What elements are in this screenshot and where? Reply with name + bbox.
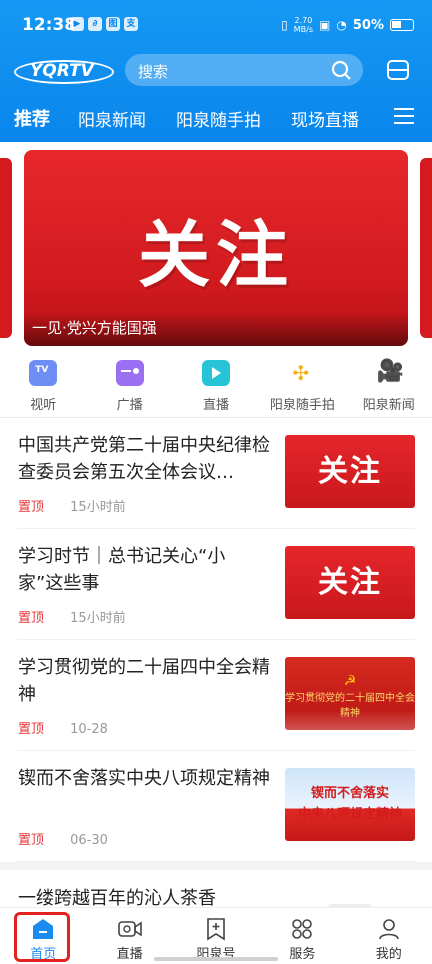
quick-link-live[interactable]: 直播 — [173, 360, 259, 418]
news-thumbnail: 锲而不舍落实 中央八项规定精神 — [285, 768, 415, 841]
radio-icon — [115, 360, 144, 386]
quick-link-radio[interactable]: 广播 — [86, 360, 172, 418]
nav-yangquan-account[interactable]: 阳泉号 — [173, 908, 259, 964]
news-item[interactable]: 中国共产党第二十届中央纪律检查委员会第五次全体会议… 置顶 15小时前 关注 — [17, 418, 415, 529]
sim-icon: ▣ — [319, 18, 331, 32]
tab-recommend[interactable]: 推荐 — [14, 105, 50, 131]
status-app-icon-4: 支 — [124, 17, 138, 31]
video-camera-icon — [201, 360, 230, 386]
banner-caption: 一见·党兴方能国强 — [32, 319, 157, 337]
news-time: 15小时前 — [70, 611, 126, 626]
nav-services[interactable]: 服务 — [259, 908, 345, 964]
tab-yangquan-snapshot[interactable]: 阳泉随手拍 — [176, 106, 261, 131]
search-placeholder: 搜索 — [138, 63, 169, 81]
banner-prev-peek — [0, 158, 12, 338]
news-thumbnail-line1: 锲而不舍落实 — [310, 786, 389, 801]
banner-headline: 关注 — [137, 213, 294, 297]
news-meta: 置顶 06-30 — [18, 829, 108, 848]
menu-icon[interactable] — [394, 108, 414, 126]
search-input[interactable]: 搜索 — [125, 54, 363, 86]
quick-link-label: 阳泉新闻 — [362, 398, 415, 413]
app-logo-text: YQRTV — [30, 61, 94, 81]
tv-icon: TV — [29, 360, 58, 386]
top-bar: 12:38 ▶ ∂ 图 支 ▯ 2.70 MB/s ▣ ◔ 50% YQRTV … — [0, 0, 432, 142]
news-title: 学习贯彻党的二十届四中全会精神 — [18, 657, 270, 705]
pinned-badge: 置顶 — [18, 500, 45, 515]
status-app-icons: ▶ ∂ 图 支 — [70, 17, 138, 31]
network-speed-value: 2.70 — [294, 16, 313, 25]
grid-icon — [292, 919, 313, 939]
battery-icon — [390, 19, 414, 31]
news-title: 锲而不舍落实中央八项规定精神 — [18, 768, 270, 789]
banner-slide[interactable]: 关注 一见·党兴方能国强 — [24, 150, 408, 346]
home-indicator — [154, 957, 278, 961]
status-app-icon-2: ∂ — [88, 17, 102, 31]
status-app-icon-3: 图 — [106, 17, 120, 31]
quick-links: TV 视听 广播 直播 ✣ 阳泉随手拍 🎥 阳泉新闻 — [0, 360, 432, 418]
nav-live[interactable]: 直播 — [86, 908, 172, 964]
status-time: 12:38 — [22, 15, 77, 35]
news-time: 10-28 — [70, 722, 108, 737]
party-emblem-icon: ☭ — [343, 673, 357, 689]
home-tab-highlight — [14, 912, 70, 962]
tab-live[interactable]: 现场直播 — [291, 106, 359, 131]
tab-yangquan-news[interactable]: 阳泉新闻 — [78, 106, 146, 131]
news-thumbnail: ☭ 学习贯彻党的二十届四中全会精神 — [285, 657, 415, 730]
news-list: 中国共产党第二十届中央纪律检查委员会第五次全体会议… 置顶 15小时前 关注 学… — [0, 418, 432, 862]
news-meta: 置顶 15小时前 — [18, 607, 126, 626]
search-icon[interactable] — [331, 60, 351, 80]
pinwheel-icon: ✣ — [292, 361, 310, 385]
pinned-badge: 置顶 — [18, 722, 45, 737]
banner-next-peek — [420, 158, 432, 338]
header: YQRTV 搜索 — [0, 52, 432, 92]
bookmark-add-icon — [207, 918, 225, 941]
quick-link-label: 广播 — [116, 398, 143, 413]
banner-caption-bar: 一见·党兴方能国强 — [24, 312, 408, 346]
pinned-badge: 置顶 — [18, 833, 45, 848]
scan-icon[interactable] — [386, 58, 410, 82]
news-item[interactable]: 锲而不舍落实中央八项规定精神 置顶 06-30 锲而不舍落实 中央八项规定精神 — [17, 751, 415, 862]
quick-link-label: 阳泉随手拍 — [269, 398, 335, 413]
quick-link-news[interactable]: 🎥 阳泉新闻 — [346, 360, 432, 418]
news-thumbnail: 关注 — [285, 435, 415, 508]
status-app-icon-1: ▶ — [70, 17, 84, 31]
network-speed-unit: MB/s — [293, 25, 314, 34]
banner-carousel[interactable]: 关注 一见·党兴方能国强 — [0, 150, 432, 346]
status-bar: 12:38 ▶ ∂ 图 支 ▯ 2.70 MB/s ▣ ◔ 50% — [0, 0, 432, 50]
quick-link-audiovisual[interactable]: TV 视听 — [0, 360, 86, 418]
section-gap — [0, 862, 432, 870]
quick-link-label: 直播 — [202, 398, 229, 413]
news-title: 中国共产党第二十届中央纪律检查委员会第五次全体会议… — [18, 435, 270, 483]
quick-link-label: 视听 — [30, 398, 57, 413]
news-item[interactable]: 学习贯彻党的二十届四中全会精神 置顶 10-28 ☭ 学习贯彻党的二十届四中全会… — [17, 640, 415, 751]
news-thumbnail: 关注 — [285, 546, 415, 619]
status-right: ▯ 2.70 MB/s ▣ ◔ 50% — [281, 16, 414, 34]
video-icon — [117, 921, 142, 937]
news-meta: 置顶 10-28 — [18, 718, 108, 737]
category-tabs: 推荐 阳泉新闻 阳泉随手拍 现场直播 — [0, 100, 432, 136]
news-thumbnail-line2: 中央八项规定精神 — [297, 807, 402, 822]
news-time: 06-30 — [70, 833, 108, 848]
pinned-badge: 置顶 — [18, 611, 45, 626]
battery-percent: 50% — [352, 17, 384, 33]
movie-camera-icon: 🎥 — [376, 359, 405, 384]
news-time: 15小时前 — [70, 500, 126, 515]
news-meta: 置顶 15小时前 — [18, 496, 126, 515]
quick-link-snapshot[interactable]: ✣ 阳泉随手拍 — [259, 360, 345, 418]
network-speed: 2.70 MB/s — [294, 16, 313, 34]
nav-label: 我的 — [375, 947, 402, 962]
news-item[interactable]: 学习时节｜总书记关心“小家”这些事 置顶 15小时前 关注 — [17, 529, 415, 640]
nav-me[interactable]: 我的 — [346, 908, 432, 964]
wifi-icon: ◔ — [336, 18, 347, 32]
user-icon — [378, 919, 399, 940]
news-title: 学习时节｜总书记关心“小家”这些事 — [18, 546, 226, 594]
app-logo: YQRTV — [14, 58, 114, 84]
vibrate-icon: ▯ — [281, 18, 288, 32]
